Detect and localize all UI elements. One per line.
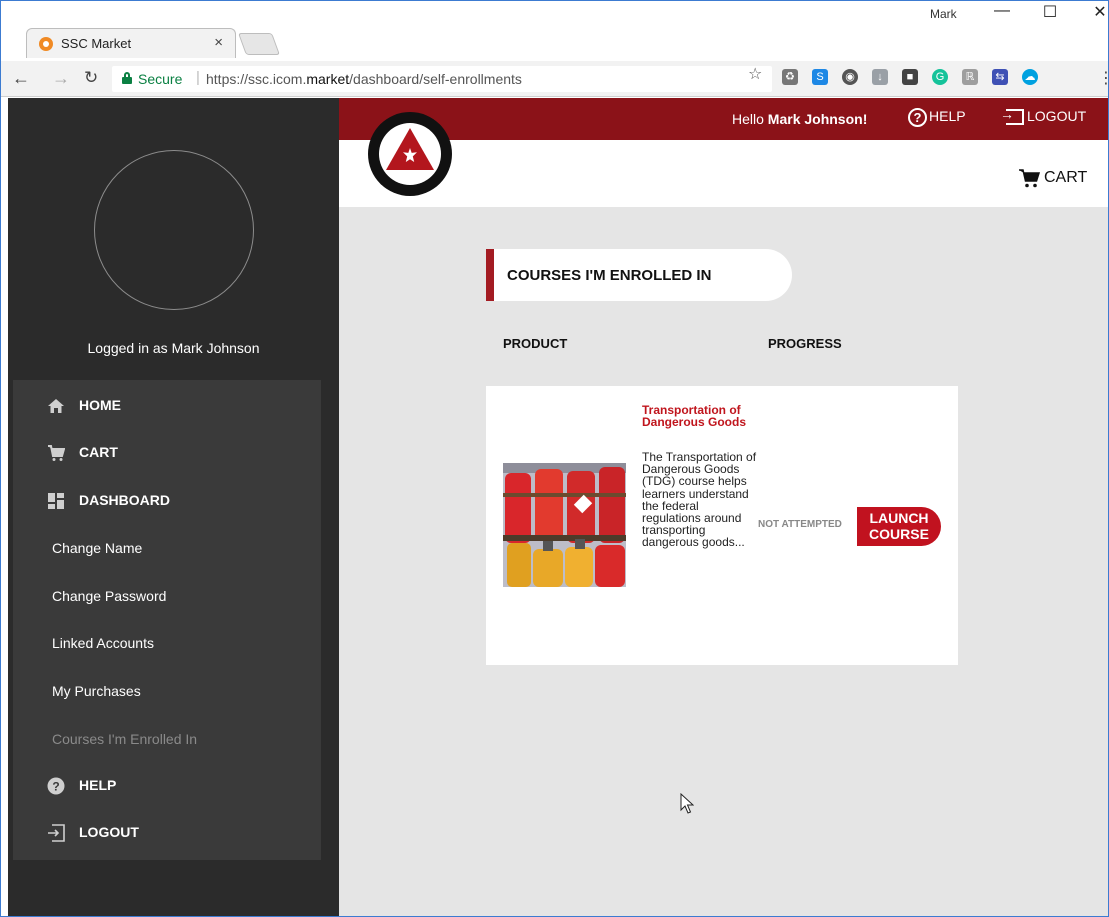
extension-eye-icon[interactable]: ◉ <box>842 69 858 85</box>
extension-s-icon[interactable]: S <box>812 69 828 85</box>
launch-course-button[interactable]: LAUNCH COURSE <box>857 507 941 546</box>
sidebar-item-change-password[interactable]: Change Password <box>13 576 321 616</box>
logout-icon <box>1000 106 1024 126</box>
course-thumbnail[interactable] <box>503 463 626 587</box>
window-user-label: Mark <box>930 7 957 21</box>
logout-icon <box>48 824 65 842</box>
browser-titlebar: SSC Market × Mark — ☐ ✕ <box>0 0 1109 62</box>
logged-in-label: Logged in as Mark Johnson <box>87 340 260 356</box>
course-status: NOT ATTEMPTED <box>758 519 842 530</box>
sidebar-item-label: Change Name <box>52 540 143 556</box>
sidebar-item-courses-enrolled[interactable]: Courses I'm Enrolled In <box>13 719 321 759</box>
maximize-icon[interactable]: ☐ <box>1030 2 1070 22</box>
sidebar-item-label: LOGOUT <box>79 824 139 840</box>
column-header-product: PRODUCT <box>503 336 568 351</box>
bookmark-star-icon[interactable]: ☆ <box>748 64 762 84</box>
sidebar-item-label: CART <box>79 444 118 460</box>
reload-icon[interactable]: ↻ <box>84 68 98 88</box>
svg-text:?: ? <box>52 780 59 794</box>
header-cart-label: CART <box>1044 169 1088 187</box>
course-title-link[interactable]: Transportation of Dangerous Goods <box>642 404 762 428</box>
sidebar-item-my-purchases[interactable]: My Purchases <box>13 671 321 711</box>
new-tab-button[interactable] <box>237 33 281 55</box>
header-cart-link[interactable]: CART <box>1018 168 1087 188</box>
page-title: COURSES I'M ENROLLED IN <box>507 267 712 284</box>
ssc-logo[interactable] <box>368 112 452 196</box>
extension-box-icon[interactable]: ■ <box>902 69 918 85</box>
forward-icon[interactable]: → <box>52 68 70 89</box>
tab-title: SSC Market <box>61 36 132 51</box>
secure-label: Secure <box>138 71 183 87</box>
avatar <box>94 150 254 310</box>
header-logout-label: LOGOUT <box>1027 108 1087 124</box>
sidebar-item-linked-accounts[interactable]: Linked Accounts <box>13 623 321 663</box>
top-red-bar <box>339 98 1109 140</box>
mouse-cursor-icon <box>680 793 694 814</box>
browser-menu-icon[interactable]: ⋮ <box>1098 68 1109 88</box>
course-description: The Transportation of Dangerous Goods (T… <box>642 450 757 550</box>
greeting: Hello Mark Johnson! <box>732 111 868 127</box>
sidebar-menu: HOME CART DASHBOARD Change Name Change P… <box>13 380 321 860</box>
address-separator: | <box>196 69 200 86</box>
section-title-card: COURSES I'M ENROLLED IN <box>486 249 792 301</box>
close-window-icon[interactable]: ✕ <box>1080 2 1109 22</box>
minimize-icon[interactable]: — <box>982 2 1022 20</box>
extension-salesforce-icon[interactable]: ☁ <box>1022 69 1038 85</box>
cart-icon <box>1019 169 1041 188</box>
sidebar-item-label: Change Password <box>52 588 167 604</box>
header-help-label: HELP <box>929 108 966 125</box>
header-logout-link[interactable]: LOGOUT <box>1000 106 1087 126</box>
cart-icon <box>48 445 65 461</box>
sidebar-item-label: HELP <box>79 777 117 793</box>
sidebar-item-label: Courses I'm Enrolled In <box>52 731 198 747</box>
sidebar-item-label: DASHBOARD <box>79 492 170 508</box>
extension-download-icon[interactable]: ↓ <box>872 69 888 85</box>
home-icon <box>48 399 64 413</box>
header-help-link[interactable]: ? HELP <box>908 108 966 127</box>
sidebar-item-cart[interactable]: CART <box>13 433 321 473</box>
sidebar-item-dashboard[interactable]: DASHBOARD <box>13 481 321 521</box>
sidebar-item-label: My Purchases <box>52 683 141 699</box>
tab-close-icon[interactable]: × <box>214 34 223 51</box>
back-icon[interactable]: ← <box>12 68 30 89</box>
sidebar: Logged in as Mark Johnson HOME CART DASH… <box>8 98 339 917</box>
sidebar-item-label: Linked Accounts <box>52 635 154 651</box>
browser-toolbar: ← → ↻ Secure | https://ssc.icom.market/d… <box>0 61 1109 97</box>
extension-recycle-icon[interactable]: ♻ <box>782 69 798 85</box>
column-header-progress: PROGRESS <box>768 336 842 351</box>
sidebar-item-help[interactable]: ? HELP <box>13 766 321 806</box>
browser-tab[interactable]: SSC Market × <box>26 28 236 58</box>
extension-grammarly-icon[interactable]: G <box>932 69 948 85</box>
help-circle-icon: ? <box>908 108 927 127</box>
sidebar-item-change-name[interactable]: Change Name <box>13 528 321 568</box>
url-text: https://ssc.icom.market/dashboard/self-e… <box>206 71 522 87</box>
header-white-bar <box>339 140 1109 207</box>
help-icon: ? <box>47 777 65 795</box>
sidebar-item-label: HOME <box>79 397 121 413</box>
lock-icon <box>122 72 132 84</box>
extension-blue-icon[interactable]: ⇆ <box>992 69 1008 85</box>
sidebar-item-logout[interactable]: LOGOUT <box>13 813 321 853</box>
sidebar-item-home[interactable]: HOME <box>13 386 321 426</box>
dashboard-icon <box>48 493 64 509</box>
extension-gray-icon[interactable]: ℝ <box>962 69 978 85</box>
address-bar[interactable]: Secure | https://ssc.icom.market/dashboa… <box>112 66 772 92</box>
site-favicon-icon <box>39 37 53 51</box>
